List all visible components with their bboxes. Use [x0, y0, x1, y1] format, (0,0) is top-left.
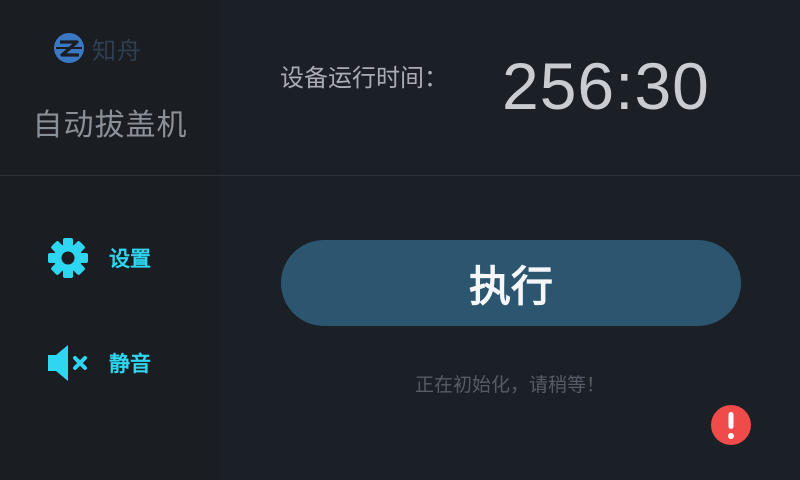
status-text: 正在初始化，请稍等！	[414, 374, 605, 396]
sidebar-item-label: 静音	[109, 352, 151, 376]
brand-panel: 知舟 自动拔盖机	[0, 0, 220, 175]
sidebar: 知舟 自动拔盖机 设置 静音	[0, 0, 220, 480]
runtime-value: 256:30	[502, 49, 710, 123]
exclamation-alert-icon[interactable]	[711, 405, 751, 445]
gear-icon	[44, 234, 92, 282]
logo: 知舟	[52, 30, 142, 66]
app-title: 自动拔盖机	[32, 108, 188, 143]
sidebar-item-settings[interactable]: 设置	[44, 234, 151, 282]
sidebar-item-mute[interactable]: 静音	[44, 339, 151, 387]
runtime-label: 设备运行时间：	[280, 64, 448, 92]
speaker-muted-icon	[44, 339, 92, 387]
header-divider	[0, 175, 800, 176]
sidebar-item-label: 设置	[109, 247, 151, 271]
zhizhou-logo-icon	[54, 33, 84, 63]
logo-text: 知舟	[92, 36, 142, 65]
execute-button[interactable]: 执行	[281, 240, 741, 326]
